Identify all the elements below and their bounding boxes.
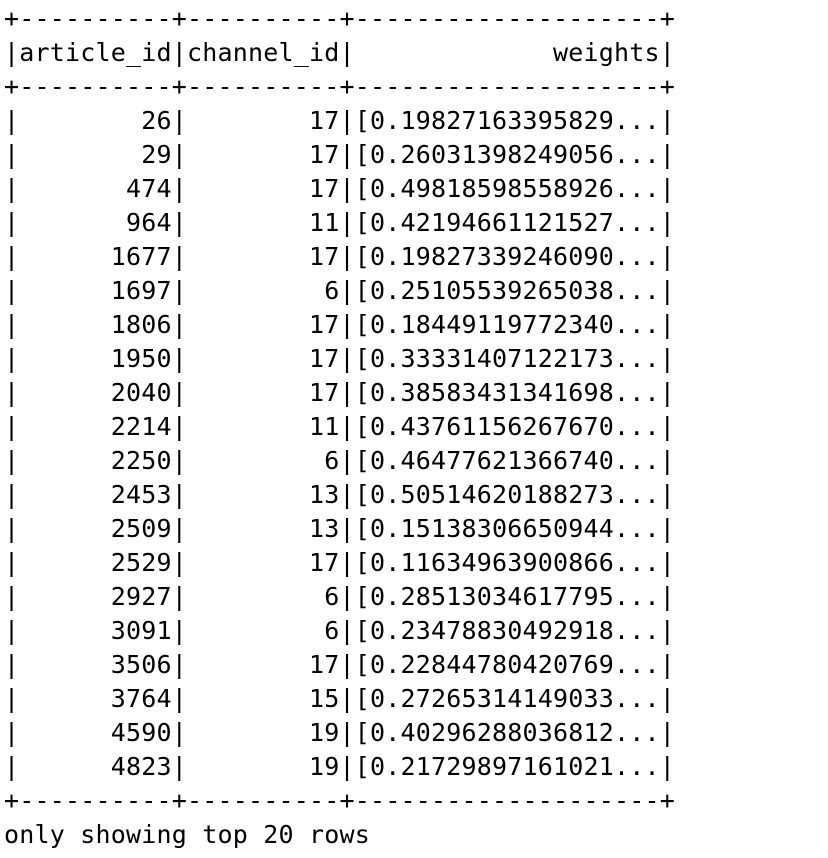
table-header-border: +----------+----------+-----------------… (4, 72, 676, 101)
table-row: | 29| 17|[0.26031398249056...| (4, 140, 676, 169)
table-row: | 2453| 13|[0.50514620188273...| (4, 480, 676, 509)
table-row: | 26| 17|[0.19827163395829...| (4, 106, 676, 135)
table-body: | 26| 17|[0.19827163395829...| | 29| 17|[… (4, 104, 675, 784)
table-row: | 3506| 17|[0.22844780420769...| (4, 650, 676, 679)
table-row: | 2509| 13|[0.15138306650944...| (4, 514, 676, 543)
table-bottom-border: +----------+----------+-----------------… (4, 786, 676, 815)
table-top-border: +----------+----------+-----------------… (4, 4, 676, 33)
table-row: | 4590| 19|[0.40296288036812...| (4, 718, 676, 747)
table-header-row: |article_id|channel_id| weights| (4, 38, 676, 67)
table-row: | 3091| 6|[0.23478830492918...| (4, 616, 676, 645)
table-row: | 4823| 19|[0.21729897161021...| (4, 752, 676, 781)
table-row: | 1677| 17|[0.19827339246090...| (4, 242, 676, 271)
table-row: | 474| 17|[0.49818598558926...| (4, 174, 676, 203)
table-row: | 2214| 11|[0.43761156267670...| (4, 412, 676, 441)
table-row: | 1697| 6|[0.25105539265038...| (4, 276, 676, 305)
footer-note: only showing top 20 rows (4, 820, 371, 849)
table-row: | 1806| 17|[0.18449119772340...| (4, 310, 676, 339)
table-row: | 2529| 17|[0.11634963900866...| (4, 548, 676, 577)
table-row: | 3764| 15|[0.27265314149033...| (4, 684, 676, 713)
table-row: | 1950| 17|[0.33331407122173...| (4, 344, 676, 373)
table-row: | 2040| 17|[0.38583431341698...| (4, 378, 676, 407)
table-row: | 2250| 6|[0.46477621366740...| (4, 446, 676, 475)
console-output: +----------+----------+-----------------… (4, 2, 675, 852)
table-row: | 2927| 6|[0.28513034617795...| (4, 582, 676, 611)
table-row: | 964| 11|[0.42194661121527...| (4, 208, 676, 237)
